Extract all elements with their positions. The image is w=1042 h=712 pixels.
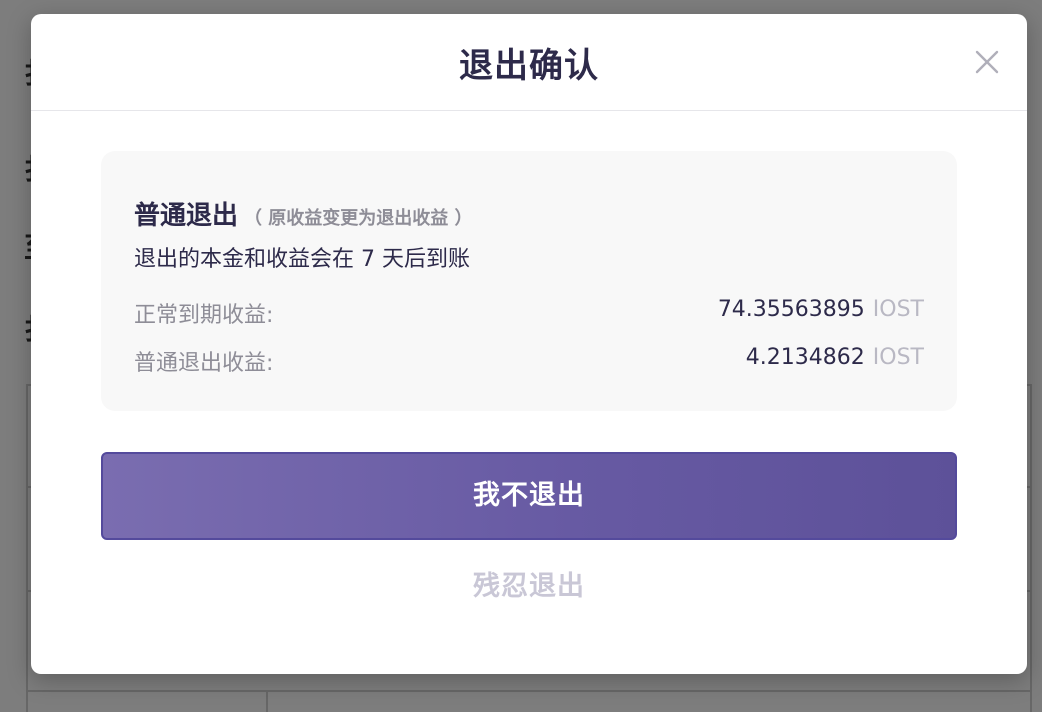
exit-confirm-dialog: 退出确认 普通退出（ 原收益变更为退出收益 ） 退出的本金和收益会在 7 天后到…	[31, 14, 1027, 674]
stay-button[interactable]: 我不退出	[101, 452, 957, 540]
earnings-row-value: 4.2134862 IOST	[746, 345, 924, 370]
dialog-header: 退出确认	[31, 14, 1027, 111]
earnings-amount: 4.2134862	[745, 345, 865, 370]
exit-option-heading: 普通退出（ 原收益变更为退出收益 ）	[134, 195, 473, 232]
exit-option-description: 退出的本金和收益会在 7 天后到账	[134, 247, 470, 272]
exit-option-subtitle: （ 原收益变更为退出收益 ）	[244, 208, 473, 229]
exit-option-title: 普通退出	[134, 201, 239, 231]
close-button[interactable]	[973, 48, 1001, 76]
close-icon	[973, 48, 1001, 76]
earnings-unit: IOST	[872, 297, 924, 322]
earnings-amount: 74.35563895	[717, 297, 865, 322]
earnings-row-label: 普通退出收益:	[134, 351, 274, 376]
confirm-exit-button[interactable]: 残忍退出	[401, 562, 657, 612]
earnings-row-value: 74.35563895 IOST	[718, 297, 924, 322]
dialog-title: 退出确认	[459, 46, 599, 86]
earnings-row: 正常到期收益: 74.35563895 IOST	[134, 297, 924, 328]
earnings-row: 普通退出收益: 4.2134862 IOST	[134, 345, 924, 376]
earnings-row-label: 正常到期收益:	[134, 303, 274, 328]
exit-info-card: 普通退出（ 原收益变更为退出收益 ） 退出的本金和收益会在 7 天后到账 正常到…	[101, 151, 957, 411]
earnings-unit: IOST	[872, 345, 924, 370]
